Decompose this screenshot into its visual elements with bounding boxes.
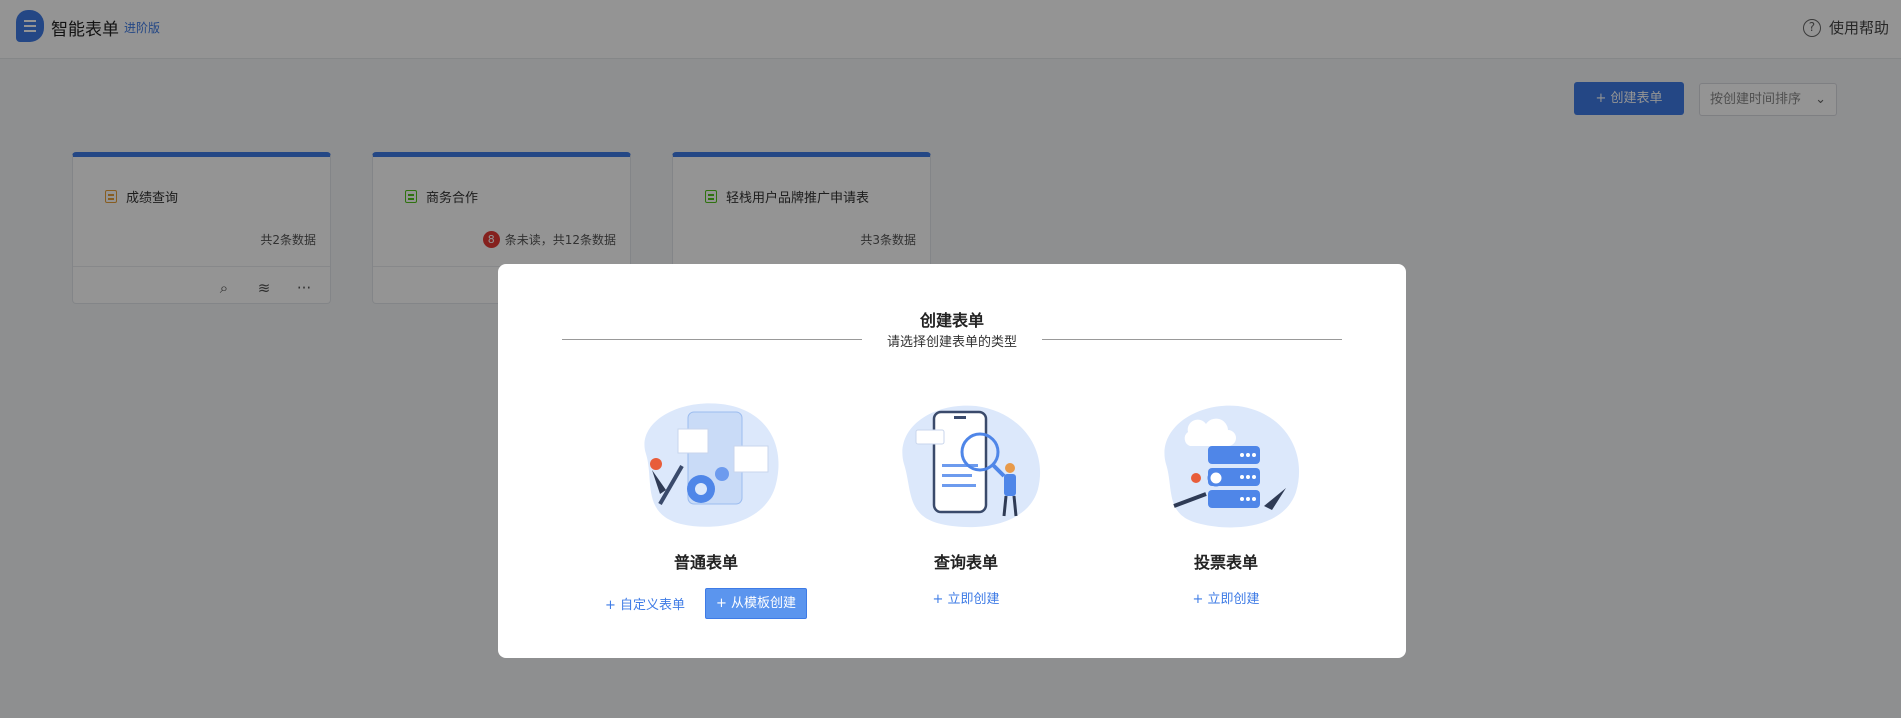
create-vote-form-button[interactable]: + 立即创建: [1192, 588, 1259, 607]
form-type-normal: 普通表单 + 自定义表单 + 从模板创建: [605, 394, 808, 619]
phone-search-illustration: [886, 394, 1046, 534]
form-type-query: 查询表单 + 立即创建: [866, 394, 1066, 607]
form-type-vote: 投票表单 + 立即创建: [1126, 394, 1326, 607]
dialog-title: 创建表单: [919, 311, 984, 330]
create-form-dialog: 创建表单 请选择创建表单的类型 普通表单 + 自定义表单 + 从模板创建 查询表…: [498, 264, 1406, 658]
form-type-name: 投票表单: [1193, 553, 1258, 572]
form-type-name: 普通表单: [673, 553, 738, 572]
form-type-name: 查询表单: [933, 553, 998, 572]
create-query-form-button[interactable]: + 立即创建: [932, 588, 999, 607]
gear-tools-illustration: [626, 394, 786, 534]
custom-form-button[interactable]: + 自定义表单: [605, 594, 685, 613]
from-template-button[interactable]: + 从模板创建: [705, 588, 808, 619]
dialog-subtitle: 请选择创建表单的类型: [886, 335, 1017, 350]
server-cloud-illustration: [1146, 394, 1306, 534]
